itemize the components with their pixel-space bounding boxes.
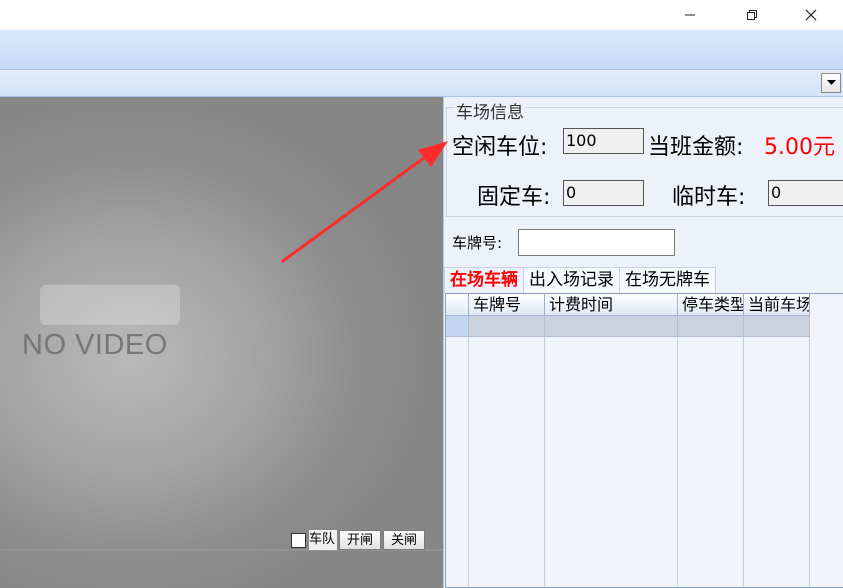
app-window: NO VIDEO 车队 开闸 关闸 车场信息 空闲车位: 100 当班金额: 5… bbox=[0, 0, 843, 588]
fixed-car-field[interactable]: 0 bbox=[563, 180, 644, 206]
column-header-plate[interactable]: 车牌号 bbox=[469, 294, 545, 316]
free-spaces-label: 空闲车位: bbox=[452, 135, 548, 160]
grid-line bbox=[468, 337, 469, 587]
minimize-button[interactable] bbox=[667, 0, 713, 30]
table-cell[interactable] bbox=[545, 316, 678, 337]
grid-line bbox=[544, 337, 545, 587]
tab-vehicles-in-lot[interactable]: 在场车辆 bbox=[444, 267, 524, 293]
grid-line bbox=[743, 337, 744, 587]
free-spaces-field[interactable]: 100 bbox=[563, 128, 644, 154]
watermark-logo-icon bbox=[40, 285, 180, 325]
shift-amount-label: 当班金额: bbox=[648, 135, 744, 160]
restore-button[interactable] bbox=[729, 0, 775, 30]
column-header-parking-type[interactable]: 停车类型 bbox=[678, 294, 744, 316]
tab-unplated-vehicles[interactable]: 在场无牌车 bbox=[619, 267, 716, 293]
queue-checkbox[interactable] bbox=[291, 532, 306, 548]
no-video-text: NO VIDEO bbox=[22, 329, 168, 361]
grid-header: 车牌号 计费时间 停车类型 当前车场 bbox=[446, 294, 810, 316]
chevron-down-icon bbox=[826, 80, 836, 85]
secondary-toolbar bbox=[0, 70, 843, 97]
shift-amount-value: 5.00元 bbox=[764, 135, 835, 160]
column-header-billing-time[interactable]: 计费时间 bbox=[545, 294, 678, 316]
title-bar bbox=[0, 0, 843, 30]
plate-label: 车牌号: bbox=[452, 234, 503, 252]
close-icon bbox=[805, 9, 817, 21]
temp-car-field[interactable]: 0 bbox=[768, 180, 843, 206]
row-selector[interactable] bbox=[446, 316, 469, 337]
restore-icon bbox=[747, 10, 757, 20]
queue-label: 车队 bbox=[309, 530, 338, 550]
tab-bar: 在场车辆 出入场记录 在场无牌车 bbox=[444, 267, 716, 293]
vehicles-grid: 车牌号 计费时间 停车类型 当前车场 bbox=[445, 293, 843, 588]
table-row[interactable] bbox=[446, 316, 810, 337]
open-gate-button[interactable]: 开闸 bbox=[339, 530, 382, 550]
table-cell[interactable] bbox=[678, 316, 744, 337]
close-button[interactable] bbox=[788, 0, 834, 30]
temp-car-label: 临时车: bbox=[672, 185, 746, 210]
toolbar-dropdown-button[interactable] bbox=[821, 73, 841, 93]
video-panel: NO VIDEO bbox=[0, 97, 443, 588]
table-cell[interactable] bbox=[469, 316, 545, 337]
minimize-icon bbox=[685, 14, 695, 16]
tab-entry-exit-records[interactable]: 出入场记录 bbox=[523, 267, 620, 293]
lot-info-group: 车场信息 空闲车位: 100 当班金额: 5.00元 固定车: 0 临时车: 0 bbox=[446, 98, 843, 217]
plate-input[interactable] bbox=[518, 229, 675, 256]
video-controls: 车队 开闸 关闸 bbox=[291, 530, 426, 550]
close-gate-button[interactable]: 关闸 bbox=[383, 530, 426, 550]
table-cell[interactable] bbox=[744, 316, 810, 337]
row-header-corner bbox=[446, 294, 469, 316]
column-header-current-lot[interactable]: 当前车场 bbox=[744, 294, 810, 316]
grid-line bbox=[809, 337, 810, 587]
fixed-car-label: 固定车: bbox=[477, 185, 551, 210]
lot-info-title: 车场信息 bbox=[455, 98, 525, 123]
ribbon bbox=[0, 30, 843, 70]
right-panel: 车场信息 空闲车位: 100 当班金额: 5.00元 固定车: 0 临时车: 0… bbox=[443, 97, 843, 588]
grid-line bbox=[677, 337, 678, 587]
